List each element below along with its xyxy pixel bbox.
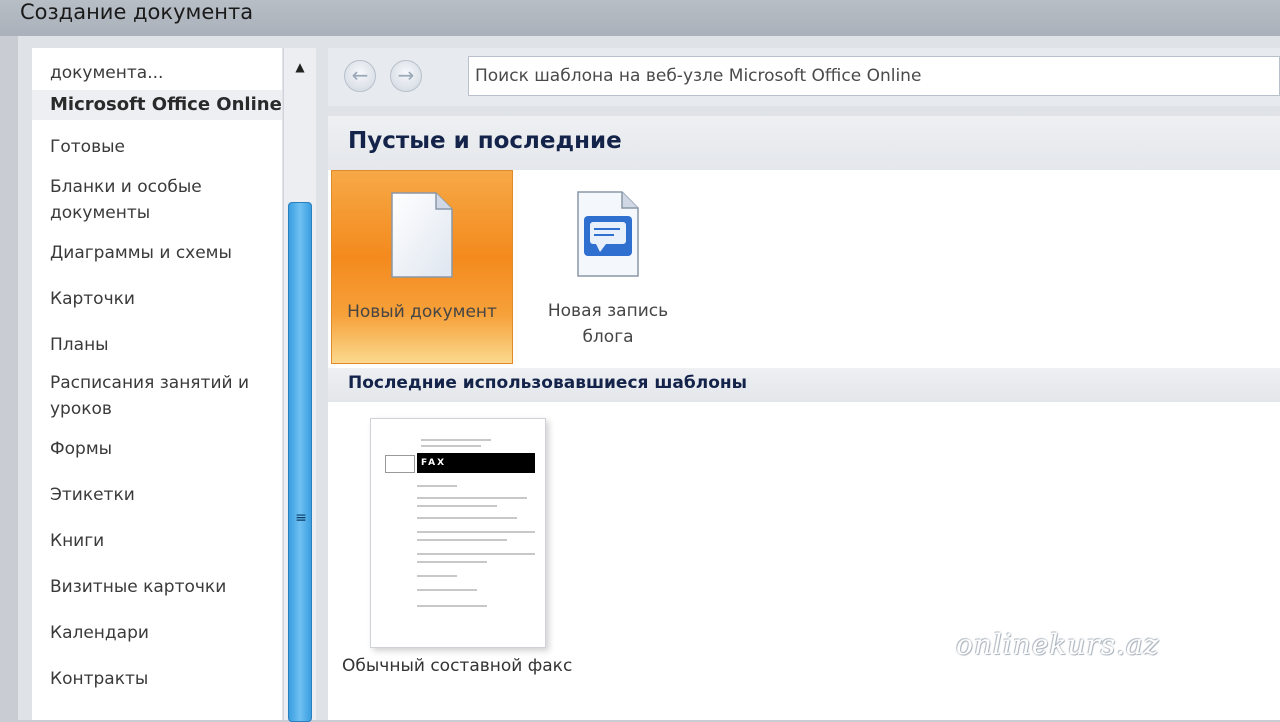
section-title-blank: Пустые и последние bbox=[348, 128, 622, 154]
thumb-line bbox=[417, 553, 535, 555]
sidebar-item-cards[interactable]: Карточки bbox=[50, 286, 280, 312]
sidebar-item-contracts[interactable]: Контракты bbox=[50, 666, 280, 692]
sidebar-item-partial[interactable]: документа... bbox=[50, 60, 280, 86]
arrow-right-icon: → bbox=[397, 63, 415, 87]
thumb-line bbox=[417, 575, 457, 577]
tile-new-document[interactable]: Новый документ bbox=[331, 170, 513, 364]
thumb-line bbox=[417, 505, 497, 507]
window-title: Создание документа bbox=[20, 0, 254, 24]
template-label-fax: Обычный составной факс bbox=[342, 656, 573, 676]
scroll-thumb[interactable]: ≡ bbox=[288, 202, 312, 722]
forward-button[interactable]: → bbox=[390, 60, 422, 92]
tile-label: Новая запись блога bbox=[547, 301, 669, 347]
template-search-input[interactable] bbox=[468, 56, 1280, 96]
category-list: документа... Microsoft Office Online Гот… bbox=[32, 48, 282, 720]
thumb-line bbox=[417, 539, 507, 541]
thumb-line bbox=[417, 517, 517, 519]
blank-document-icon bbox=[390, 191, 454, 283]
thumb-line bbox=[417, 589, 477, 591]
sidebar-item-labels[interactable]: Этикетки bbox=[50, 482, 280, 508]
back-button[interactable]: ← bbox=[344, 60, 376, 92]
sidebar-item-business-cards[interactable]: Визитные карточки bbox=[50, 574, 280, 600]
section-header-recent: Последние использовавшиеся шаблоны bbox=[328, 368, 1280, 402]
thumb-line bbox=[421, 439, 491, 441]
tile-new-blog-post[interactable]: Новая запись блога bbox=[523, 170, 693, 364]
blog-post-icon bbox=[576, 190, 640, 282]
arrow-left-icon: ← bbox=[351, 63, 369, 87]
sidebar-item-forms-special[interactable]: Бланки и особые документы bbox=[50, 174, 280, 226]
sidebar-item-diagrams[interactable]: Диаграммы и схемы bbox=[50, 240, 280, 266]
title-bar: Создание документа bbox=[0, 0, 1280, 36]
section-header-blank: Пустые и последние bbox=[328, 116, 1280, 170]
tile-label: Новый документ bbox=[347, 302, 497, 322]
thumb-line bbox=[417, 485, 457, 487]
sidebar-partial-item bbox=[50, 50, 280, 60]
section-title-recent: Последние использовавшиеся шаблоны bbox=[348, 373, 748, 393]
sidebar-item-schedules[interactable]: Расписания занятий и уроков bbox=[50, 370, 280, 422]
sidebar-item-books[interactable]: Книги bbox=[50, 528, 280, 554]
category-scrollbar[interactable]: ▲ ≡ bbox=[283, 48, 316, 722]
sidebar-item-calendars[interactable]: Календари bbox=[50, 620, 280, 646]
sidebar-section-office-online[interactable]: Microsoft Office Online bbox=[32, 90, 282, 120]
sidebar-item-plans[interactable]: Планы bbox=[50, 332, 280, 358]
watermark: onlinekurs.az bbox=[956, 628, 1160, 661]
thumb-fax-banner: FAX bbox=[417, 453, 535, 473]
template-thumb-fax[interactable]: FAX bbox=[370, 418, 546, 648]
thumb-line bbox=[417, 561, 487, 563]
template-gallery: Пустые и последние Новый документ Новая … bbox=[328, 116, 1280, 720]
thumb-line bbox=[417, 497, 527, 499]
sidebar-item-forms[interactable]: Формы bbox=[50, 436, 280, 462]
thumb-box bbox=[385, 455, 415, 473]
sidebar-item-ready[interactable]: Готовые bbox=[50, 134, 280, 160]
grip-icon: ≡ bbox=[295, 510, 307, 526]
thumb-line bbox=[417, 531, 535, 533]
thumb-line bbox=[421, 445, 481, 447]
scroll-up-arrow-icon[interactable]: ▲ bbox=[292, 60, 308, 74]
thumb-line bbox=[417, 605, 487, 607]
